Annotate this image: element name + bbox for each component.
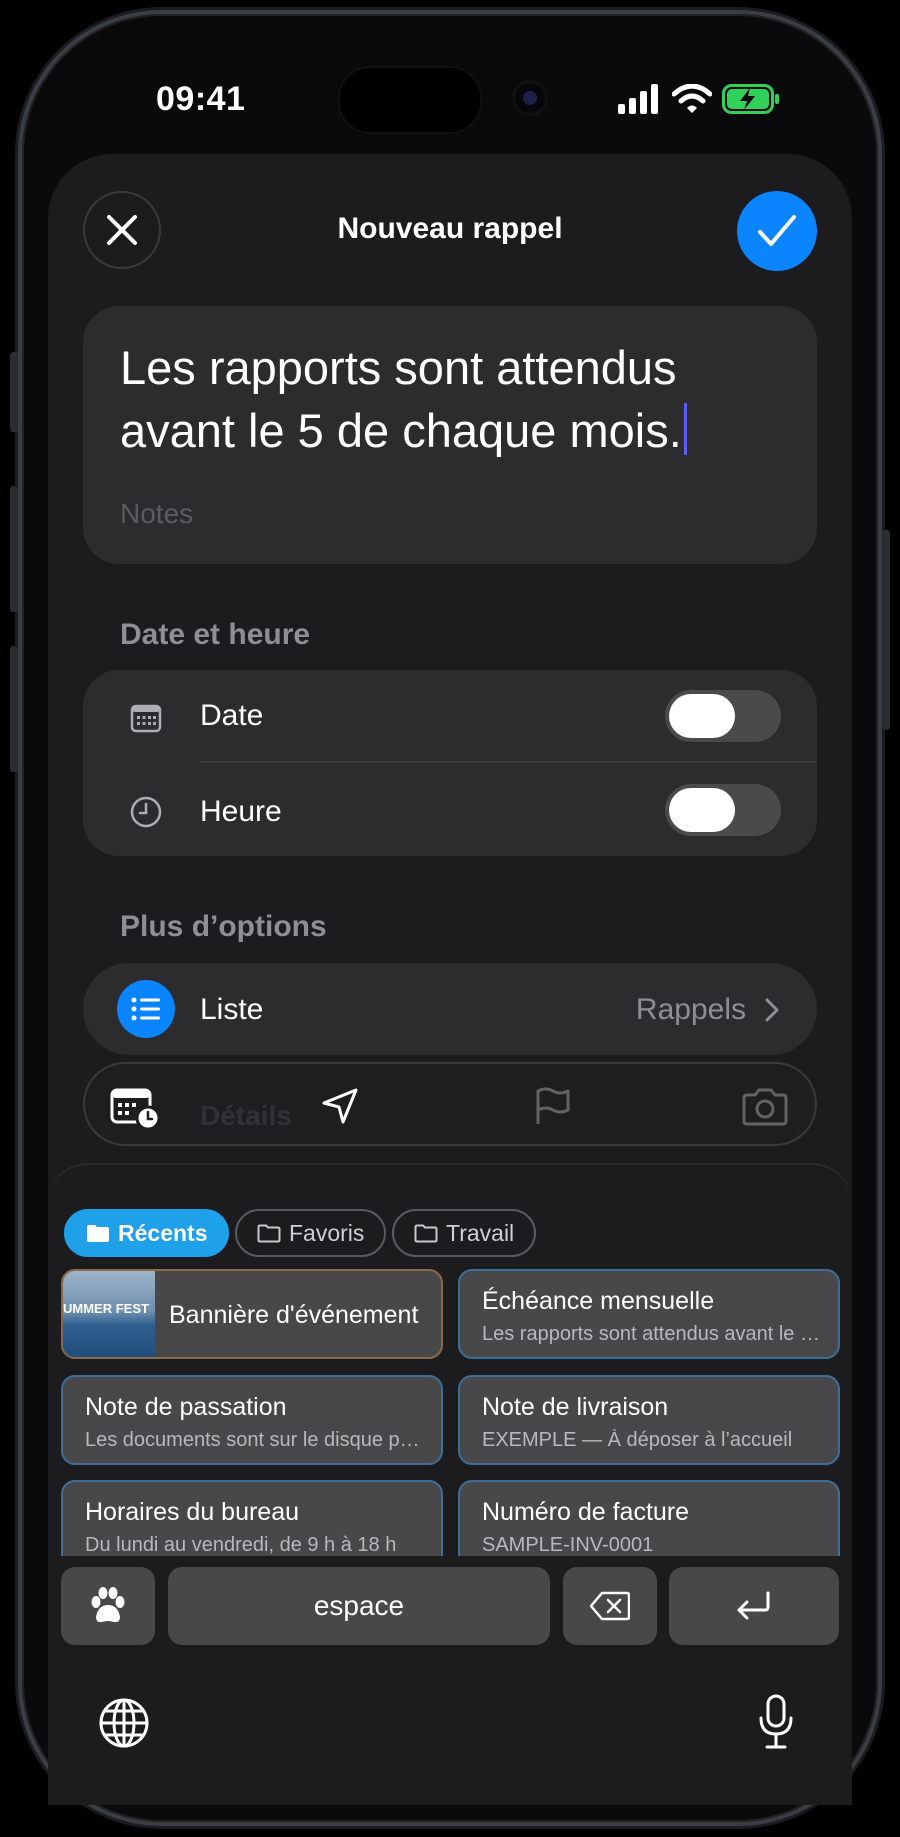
location-arrow-icon[interactable] bbox=[320, 1086, 360, 1126]
tab-travail[interactable]: Travail bbox=[392, 1209, 537, 1257]
chevron-right-icon bbox=[765, 998, 779, 1022]
tab-favoris[interactable]: Favoris bbox=[235, 1209, 387, 1257]
clip-item-title: Bannière d'événement bbox=[169, 1301, 419, 1329]
date-toggle[interactable] bbox=[665, 690, 781, 742]
clip-item-subtitle: Du lundi au vendredi, de 9 h à 18 h bbox=[85, 1534, 397, 1556]
clip-item-facture[interactable]: Numéro de facture SAMPLE-INV-0001 bbox=[458, 1480, 840, 1556]
side-button-volume-down bbox=[10, 646, 18, 772]
front-camera bbox=[512, 80, 548, 116]
side-button-volume-up bbox=[10, 486, 18, 612]
folder-icon bbox=[257, 1224, 281, 1243]
clip-item-livraison[interactable]: Note de livraison EXEMPLE — À déposer à … bbox=[458, 1375, 840, 1465]
delete-key[interactable] bbox=[563, 1567, 657, 1645]
checkmark-icon bbox=[758, 215, 796, 246]
folder-icon bbox=[87, 1225, 109, 1242]
clip-item-subtitle: SAMPLE-INV-0001 bbox=[482, 1534, 654, 1556]
battery-charging-icon bbox=[722, 84, 779, 114]
reminder-title-text: Les rapports sont attendus avant le 5 de… bbox=[120, 341, 682, 457]
clock-icon bbox=[130, 796, 162, 828]
emoji-key[interactable] bbox=[61, 1567, 155, 1645]
clip-item-title: Note de passation bbox=[85, 1393, 287, 1421]
row-separator bbox=[200, 761, 817, 763]
reminder-title-input[interactable]: Les rapports sont attendus avant le 5 de… bbox=[120, 336, 780, 462]
calendar-icon bbox=[130, 704, 162, 733]
clip-item-echeance[interactable]: Échéance mensuelle Les rapports sont att… bbox=[458, 1269, 840, 1359]
time-toggle[interactable] bbox=[665, 784, 781, 836]
side-button-action bbox=[10, 352, 18, 432]
camera-icon[interactable] bbox=[740, 1088, 790, 1126]
text-cursor bbox=[683, 403, 687, 455]
banner-thumbnail: UMMER FEST bbox=[63, 1271, 155, 1357]
accessory-toolbar bbox=[83, 1062, 817, 1146]
time-toggle-knob bbox=[669, 788, 735, 832]
return-key[interactable] bbox=[669, 1567, 839, 1645]
list-row-label: Liste bbox=[200, 993, 264, 1026]
clip-item-subtitle: Les documents sont sur le disque partagé… bbox=[85, 1429, 425, 1451]
backspace-icon bbox=[590, 1591, 630, 1621]
cellular-signal-icon bbox=[618, 84, 658, 114]
time-row-label: Heure bbox=[200, 795, 282, 828]
tab-travail-label: Travail bbox=[446, 1219, 515, 1246]
date-row-label: Date bbox=[200, 699, 264, 732]
close-button[interactable] bbox=[83, 191, 161, 269]
list-bullet-icon bbox=[117, 980, 175, 1038]
globe-icon[interactable] bbox=[98, 1697, 150, 1749]
status-time: 09:41 bbox=[156, 80, 246, 118]
flag-icon[interactable] bbox=[532, 1086, 572, 1126]
done-button[interactable] bbox=[737, 191, 817, 271]
clip-item-title: Horaires du bureau bbox=[85, 1498, 300, 1526]
clip-item-title: Échéance mensuelle bbox=[482, 1287, 715, 1315]
clip-items-clipped-row: Horaires du bureau Du lundi au vendredi,… bbox=[61, 1480, 841, 1556]
notes-input[interactable]: Notes bbox=[120, 498, 193, 530]
clip-item-title: Numéro de facture bbox=[482, 1498, 690, 1526]
space-key[interactable]: espace bbox=[168, 1567, 550, 1645]
tab-recents[interactable]: Récents bbox=[64, 1209, 230, 1257]
side-button-power bbox=[882, 530, 890, 730]
list-row-value: Rappels bbox=[635, 993, 746, 1026]
clip-item-title: Note de livraison bbox=[482, 1393, 669, 1421]
clip-item-subtitle: Les rapports sont attendus avant le 5 de… bbox=[482, 1323, 822, 1345]
page-title: Nouveau rappel bbox=[337, 212, 563, 245]
date-section-heading: Date et heure bbox=[120, 618, 311, 651]
clip-item-subtitle: EXEMPLE — À déposer à l’accueil bbox=[482, 1429, 793, 1451]
tab-favoris-label: Favoris bbox=[289, 1219, 365, 1246]
wifi-icon bbox=[672, 84, 712, 113]
folder-icon bbox=[414, 1224, 438, 1243]
toolbar-ghost-text: Détails bbox=[200, 1100, 292, 1131]
tab-recents-label: Récents bbox=[118, 1219, 208, 1246]
return-icon bbox=[737, 1591, 770, 1620]
date-toggle-knob bbox=[669, 694, 735, 738]
clip-item-horaires[interactable]: Horaires du bureau Du lundi au vendredi,… bbox=[61, 1480, 443, 1556]
close-icon bbox=[107, 215, 137, 245]
dynamic-island bbox=[338, 66, 482, 134]
banner-thumbnail-text: UMMER FEST bbox=[63, 1301, 149, 1316]
calendar-clock-icon[interactable] bbox=[110, 1086, 162, 1130]
paw-icon bbox=[91, 1587, 125, 1623]
options-section-heading: Plus d’options bbox=[120, 910, 327, 943]
clip-item-passation[interactable]: Note de passation Les documents sont sur… bbox=[61, 1375, 443, 1465]
clip-item-banner[interactable]: UMMER FEST Bannière d'événement bbox=[61, 1269, 443, 1359]
microphone-icon[interactable] bbox=[756, 1694, 796, 1750]
